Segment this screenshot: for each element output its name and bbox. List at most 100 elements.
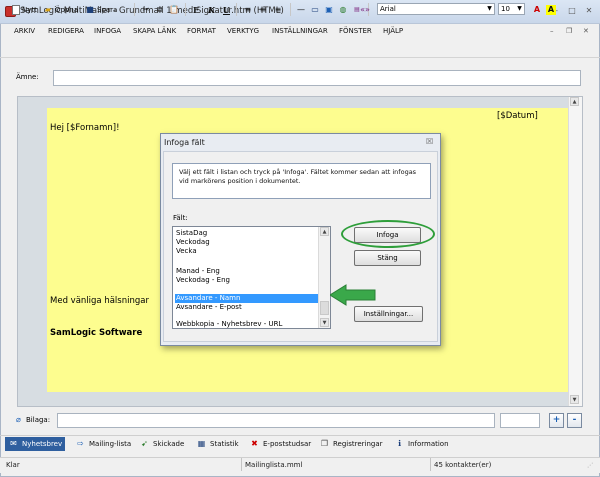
- field-listbox[interactable]: SistaDag Veckodag Vecka Manad - Eng Veck…: [172, 226, 331, 329]
- tab-information[interactable]: ℹ Information: [391, 437, 452, 451]
- paste-icon: 📋: [169, 4, 179, 14]
- close-button[interactable]: ✕: [582, 6, 596, 17]
- globe-link-icon: ◍: [339, 4, 347, 14]
- toolbar: [0, 40, 600, 58]
- font-size-value: 10: [501, 5, 510, 13]
- font-select[interactable]: Arial ▼: [377, 3, 495, 15]
- chevron-down-icon: ▼: [487, 5, 492, 12]
- status-separator: [430, 458, 431, 471]
- scroll-down-icon[interactable]: ▼: [320, 318, 329, 327]
- mdi-close-button[interactable]: ✕: [583, 27, 589, 35]
- list-item[interactable]: [175, 256, 319, 265]
- tab-registreringar[interactable]: ❐ Registreringar: [316, 437, 386, 451]
- cut-button[interactable]: ✂: [141, 3, 151, 16]
- field-list-scrollbar[interactable]: ▲ ▼: [318, 227, 330, 328]
- close-dialog-button[interactable]: Stäng: [354, 250, 421, 266]
- mdi-minimize-button[interactable]: –: [550, 27, 554, 35]
- scroll-up-icon[interactable]: ▲: [320, 227, 329, 236]
- list-item[interactable]: Webbkopia - Nyhetsbrev - URL: [175, 320, 319, 328]
- info-text-line-1: Välj ett fält i listan och tryck på 'Inf…: [179, 168, 417, 176]
- menu-arkiv[interactable]: ARKIV: [14, 27, 35, 35]
- menu-installningar[interactable]: INSTÄLLNINGAR: [272, 27, 328, 35]
- highlight-color-button[interactable]: A: [546, 3, 556, 16]
- copy-icon: ⧉: [157, 4, 163, 14]
- scroll-up-icon[interactable]: ▲: [570, 97, 579, 106]
- toolbar-separator: [290, 3, 291, 16]
- link-button[interactable]: ◍: [338, 3, 348, 16]
- menu-infoga[interactable]: INFOGA: [94, 27, 121, 35]
- table-button[interactable]: ▭: [310, 3, 320, 16]
- scroll-down-icon[interactable]: ▼: [570, 395, 579, 404]
- underline-button[interactable]: U: [223, 3, 230, 16]
- align-center-icon: ≡: [259, 4, 267, 14]
- align-center-button[interactable]: ≡: [258, 3, 268, 16]
- remove-attachment-button[interactable]: -: [567, 413, 582, 428]
- attachment-label: Bilaga:: [26, 416, 51, 424]
- tab-skickade[interactable]: ➹ Skickade: [136, 437, 187, 451]
- menu-fonster[interactable]: FÖNSTER: [339, 27, 372, 35]
- align-right-icon: ≡: [274, 4, 282, 14]
- open-button[interactable]: ▰ Öppna: [43, 3, 78, 16]
- image-button[interactable]: ▣: [324, 3, 334, 16]
- save-button[interactable]: ■ Spara: [85, 3, 117, 16]
- tab-e-poststudsar[interactable]: ✖ E-poststudsar: [246, 437, 314, 451]
- list-item[interactable]: Veckodag: [175, 238, 319, 247]
- align-right-button[interactable]: ≡: [273, 3, 283, 16]
- paste-button[interactable]: 📋: [169, 3, 179, 16]
- list-item[interactable]: [175, 285, 319, 294]
- closing-text: Med vänliga hälsningar: [50, 296, 149, 306]
- italic-button[interactable]: K: [208, 3, 215, 16]
- list-item-selected[interactable]: Avsandare - Namn: [175, 294, 319, 303]
- scroll-thumb[interactable]: [320, 301, 329, 315]
- information-icon: ℹ: [397, 439, 402, 448]
- date-field-text: [$Datum]: [497, 111, 538, 121]
- attachment-input[interactable]: [57, 413, 495, 428]
- add-attachment-button[interactable]: +: [549, 413, 564, 428]
- mdi-restore-button[interactable]: ❐: [566, 27, 572, 35]
- menu-skapa-lank[interactable]: SKAPA LÄNK: [133, 27, 176, 35]
- list-item[interactable]: Veckodag - Eng: [175, 276, 319, 285]
- code-view-icon: «»: [360, 4, 370, 14]
- highlight-ring: [341, 220, 435, 248]
- tab-nyhetsbrev[interactable]: ✉ Nyhetsbrev: [5, 437, 66, 451]
- sent-icon: ➹: [141, 439, 148, 448]
- new-button[interactable]: Nytt: [12, 3, 37, 16]
- menu-verktyg[interactable]: VERKTYG: [227, 27, 259, 35]
- list-item[interactable]: Vecka: [175, 247, 319, 256]
- new-label: Nytt: [22, 5, 37, 14]
- info-text-line-2: vid markörens position i dokumentet.: [179, 177, 301, 185]
- signature-text: SamLogic Software: [50, 328, 143, 338]
- save-label: Spara: [97, 5, 118, 14]
- document-scrollbar[interactable]: ▲ ▼: [568, 97, 582, 406]
- copy-button[interactable]: ⧉: [155, 3, 165, 16]
- green-arrow-icon: [330, 284, 376, 306]
- new-document-icon: [12, 4, 20, 15]
- tab-statistik[interactable]: ▦ Statistik: [193, 437, 242, 451]
- list-item[interactable]: Avsandare - E-post: [175, 303, 319, 312]
- bold-button[interactable]: F: [193, 3, 199, 16]
- horizontal-line-button[interactable]: —: [296, 3, 306, 16]
- menu-redigera[interactable]: REDIGERA: [48, 27, 84, 35]
- maximize-button[interactable]: □: [565, 6, 579, 17]
- greeting-text: Hej [$Fornamn]!: [50, 123, 120, 133]
- text-color-button[interactable]: A: [532, 3, 542, 16]
- menu-format[interactable]: FORMAT: [187, 27, 216, 35]
- settings-button[interactable]: Inställningar...: [354, 306, 423, 322]
- list-item[interactable]: SistaDag: [175, 229, 319, 238]
- tab-label: Statistik: [210, 440, 239, 448]
- tab-label: Mailing-lista: [89, 440, 132, 448]
- subject-input[interactable]: [53, 70, 581, 86]
- font-size-select[interactable]: 10 ▼: [498, 3, 525, 15]
- tab-label: Registreringar: [333, 440, 383, 448]
- attachment-size-field[interactable]: [500, 413, 540, 428]
- align-left-icon: ≡: [244, 4, 252, 14]
- dialog-close-button[interactable]: ☒: [426, 137, 433, 146]
- dialog-info-box: Välj ett fält i listan och tryck på 'Inf…: [172, 163, 431, 199]
- list-item[interactable]: Manad - Eng: [175, 267, 319, 276]
- resize-grip-icon[interactable]: ⋰: [587, 462, 593, 469]
- newsletter-icon: ✉: [10, 439, 17, 448]
- align-left-button[interactable]: ≡: [243, 3, 253, 16]
- tab-mailing-lista[interactable]: ⇨ Mailing-lista: [72, 437, 134, 451]
- menu-hjalp[interactable]: HJÄLP: [383, 27, 403, 35]
- code-view-button[interactable]: «»: [360, 3, 370, 16]
